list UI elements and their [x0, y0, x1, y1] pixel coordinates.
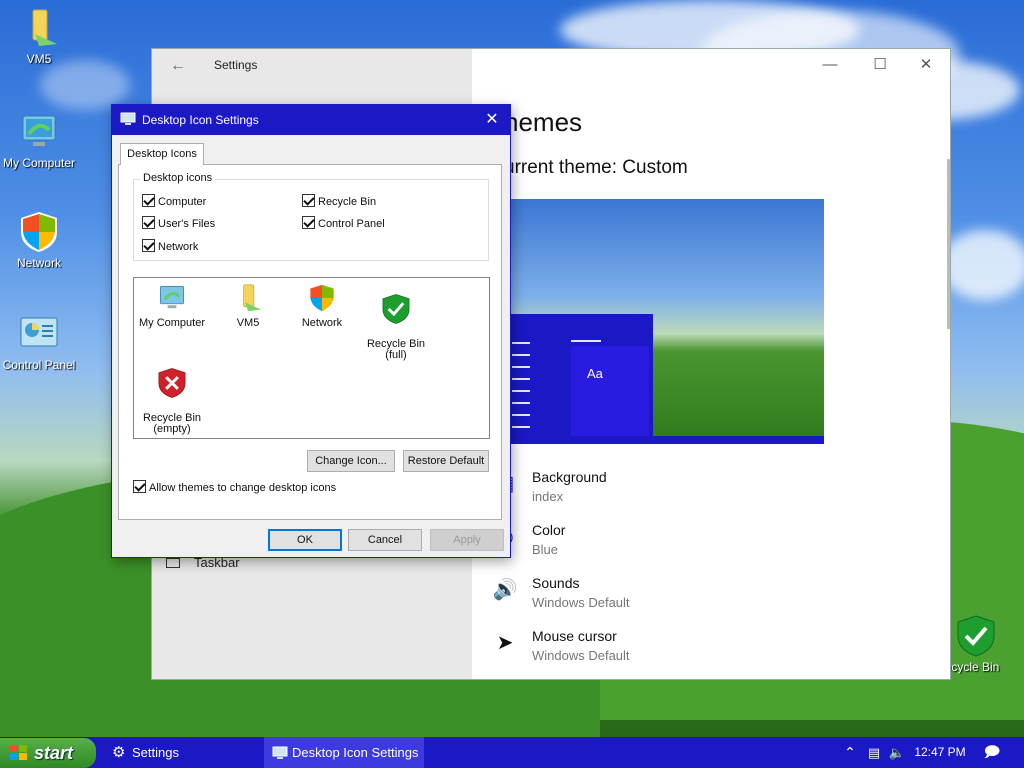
list-item-my-computer[interactable]: My Computer	[134, 282, 210, 329]
control-panel-icon	[20, 317, 58, 347]
checkbox-checked-icon	[142, 239, 155, 252]
volume-icon[interactable]: 🔈	[886, 737, 908, 768]
checkbox-checked-icon	[302, 216, 315, 229]
desktop-icon-recycle-bin[interactable]: Recycle Bin	[940, 614, 1024, 674]
recycle-bin-full-icon	[382, 294, 410, 324]
notifications-icon[interactable]: 🗩	[980, 737, 1004, 768]
monitor-icon	[120, 112, 136, 125]
checkbox-users-files[interactable]: User's Files	[142, 216, 215, 230]
close-button[interactable]: ✕	[906, 53, 946, 77]
tab-panel: Desktop icons Computer Recycle Bin User'…	[118, 164, 502, 520]
tab-desktop-icons[interactable]: Desktop Icons	[120, 143, 204, 165]
desktop-icons-group: Desktop icons Computer Recycle Bin User'…	[133, 172, 489, 261]
dialog-title: Desktop Icon Settings	[142, 113, 259, 127]
list-item-network[interactable]: Network	[284, 282, 360, 329]
taskbar-item-desktop-icon-settings[interactable]: Desktop Icon Settings	[264, 737, 424, 768]
network-icon	[310, 284, 334, 312]
list-item-vm5[interactable]: VM5	[210, 282, 286, 329]
folder-icon	[243, 284, 262, 312]
recycle-bin-empty-icon	[158, 368, 186, 398]
checkbox-network[interactable]: Network	[142, 239, 198, 253]
desktop-icon-my-computer[interactable]: My Computer	[0, 110, 78, 170]
back-arrow-icon[interactable]: ←	[170, 57, 186, 74]
monitor-icon	[272, 746, 288, 759]
cancel-button[interactable]: Cancel	[348, 529, 422, 551]
restore-default-button[interactable]: Restore Default	[403, 450, 489, 472]
folder-icon	[32, 9, 57, 46]
taskbar-icon	[166, 558, 180, 568]
settings-title: Settings	[214, 58, 258, 72]
preview-window: Aa	[504, 314, 653, 436]
maximize-button[interactable]: ☐	[860, 53, 900, 77]
checkbox-checked-icon	[133, 480, 146, 493]
network-icon	[21, 212, 57, 252]
desktop-icon-vm5[interactable]: VM5	[0, 6, 78, 66]
start-button[interactable]: start	[0, 738, 96, 768]
current-theme-label: urrent theme: Custom	[504, 157, 688, 178]
clock[interactable]: 12:47 PM	[910, 737, 970, 768]
preview-accent-block: Aa	[571, 340, 649, 436]
checkbox-control-panel[interactable]: Control Panel	[302, 216, 385, 230]
gear-icon: ⚙	[112, 744, 126, 761]
checkbox-checked-icon	[302, 194, 315, 207]
desktop-icon-network[interactable]: Network	[0, 210, 78, 270]
apply-button[interactable]: Apply	[430, 529, 504, 551]
windows-flag-icon	[10, 745, 27, 760]
dialog-titlebar[interactable]: Desktop Icon Settings ✕	[112, 105, 510, 135]
desktop-icon-control-panel[interactable]: Control Panel	[0, 312, 78, 372]
change-icon-button[interactable]: Change Icon...	[307, 450, 395, 472]
list-item-recycle-bin-empty[interactable]: Recycle Bin (empty)	[134, 356, 210, 435]
group-label: Desktop icons	[140, 172, 216, 184]
ok-button[interactable]: OK	[268, 529, 342, 551]
preview-taskbar	[504, 436, 824, 444]
icon-list: My Computer VM5 Network Recycle Bin (ful…	[133, 277, 490, 439]
desktop-icon-settings-dialog: Desktop Icon Settings ✕ Desktop Icons De…	[111, 104, 511, 558]
taskbar: start ⚙ Settings Desktop Icon Settings ⌃…	[0, 737, 1024, 768]
recycle-bin-full-icon	[957, 615, 995, 657]
checkbox-computer[interactable]: Computer	[142, 194, 206, 208]
theme-preview: Aa	[504, 199, 824, 444]
minimize-button[interactable]: —	[810, 53, 850, 77]
checkbox-allow-themes[interactable]: Allow themes to change desktop icons	[133, 480, 336, 494]
checkbox-recycle-bin[interactable]: Recycle Bin	[302, 194, 376, 208]
speaker-icon: 🔊	[492, 579, 518, 601]
cursor-icon: ➤	[496, 632, 514, 654]
checkbox-checked-icon	[142, 216, 155, 229]
network-tray-icon[interactable]: ▤	[864, 737, 884, 768]
list-item-recycle-bin-full[interactable]: Recycle Bin (full)	[358, 282, 434, 361]
taskbar-item-settings[interactable]: ⚙ Settings	[104, 737, 262, 768]
my-computer-icon	[160, 286, 184, 309]
scrollbar[interactable]	[947, 159, 950, 329]
page-title: hemes	[504, 107, 583, 137]
dialog-close-icon[interactable]: ✕	[482, 109, 502, 129]
chevron-up-icon[interactable]: ⌃	[840, 737, 860, 768]
my-computer-icon	[22, 115, 56, 146]
checkbox-checked-icon	[142, 194, 155, 207]
